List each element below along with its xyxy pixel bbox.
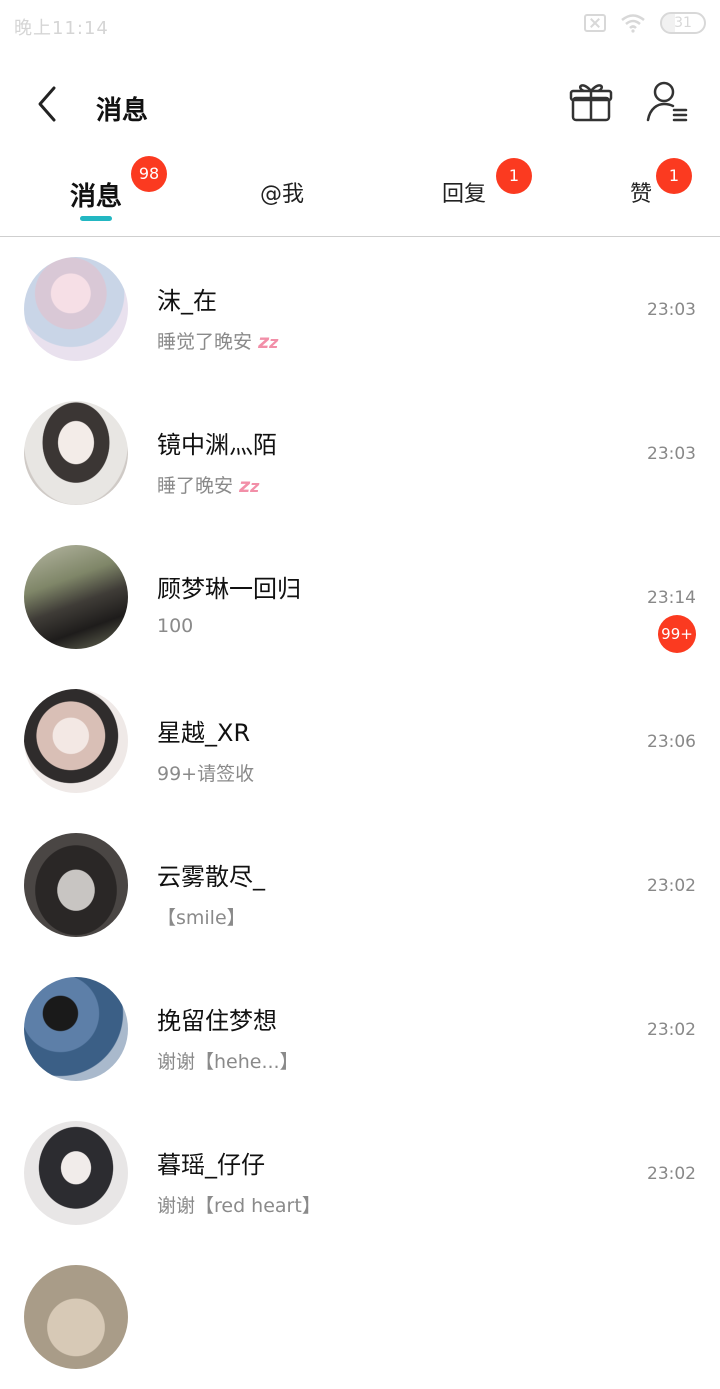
contact-name: 顾梦琳一回归: [157, 575, 301, 603]
contacts-button[interactable]: [644, 76, 690, 126]
conversation-row[interactable]: 镜中渊灬陌 睡了晚安 zz 23:03: [0, 381, 720, 525]
message-time: 23:02: [647, 1020, 696, 1040]
chevron-left-icon: [38, 86, 56, 122]
tab-label: 赞: [630, 182, 653, 207]
header: 消息: [0, 60, 720, 144]
page-title: 消息: [96, 96, 149, 126]
preview-text: 睡觉了晚安: [157, 331, 253, 353]
message-preview: 睡觉了晚安 zz: [157, 327, 278, 354]
no-sim-icon: [584, 14, 606, 32]
tab-likes[interactable]: 赞: [630, 176, 652, 216]
conversation-row[interactable]: 星越_XR 99+请签收 23:06: [0, 669, 720, 813]
contact-name: 挽留住梦想: [157, 1007, 277, 1035]
tab-badge: 1: [496, 158, 532, 194]
message-preview: 谢谢【red heart】: [157, 1195, 321, 1217]
zzz-sleep-icon: zz: [239, 475, 260, 497]
message-preview: 99+请签收: [157, 763, 255, 785]
status-bar: 晚上11:14 31: [0, 0, 720, 50]
tab-label: 回复: [442, 182, 487, 207]
contact-name: 沫_在: [157, 287, 217, 315]
conversation-row[interactable]: 顾梦琳一回归 100 23:14 99+: [0, 525, 720, 669]
conversation-row[interactable]: 挽留住梦想 谢谢【hehe...】 23:02: [0, 957, 720, 1101]
conversation-row[interactable]: [0, 1245, 720, 1389]
contact-name: 星越_XR: [157, 719, 251, 747]
avatar[interactable]: [24, 401, 128, 505]
contact-name: 云雾散尽_: [157, 863, 265, 891]
message-time: 23:03: [647, 300, 696, 320]
battery-fill: [662, 14, 676, 32]
message-time: 23:02: [647, 876, 696, 896]
conversation-row[interactable]: 云雾散尽_ 【smile】 23:02: [0, 813, 720, 957]
message-preview: 睡了晚安 zz: [157, 471, 259, 498]
tab-label: 消息: [70, 182, 123, 212]
tab-badge: 98: [131, 156, 167, 192]
gift-icon: [569, 84, 613, 122]
zzz-sleep-icon: zz: [258, 331, 279, 353]
tab-badge: 1: [656, 158, 692, 194]
conversation-row[interactable]: 暮瑶_仔仔 谢谢【red heart】 23:02: [0, 1101, 720, 1245]
message-time: 23:02: [647, 1164, 696, 1184]
tab-messages[interactable]: 消息: [70, 176, 123, 221]
active-tab-indicator: [80, 216, 112, 221]
message-time: 23:14: [647, 588, 696, 608]
avatar[interactable]: [24, 833, 128, 937]
avatar[interactable]: [24, 977, 128, 1081]
contact-name: 暮瑶_仔仔: [157, 1151, 265, 1179]
tab-bar: 消息 98 @我 回复 1 赞 1: [0, 150, 720, 237]
conversation-row[interactable]: 沫_在 睡觉了晚安 zz 23:03: [0, 237, 720, 381]
back-button[interactable]: [30, 82, 70, 126]
wifi-icon: [621, 14, 645, 33]
contact-name: 镜中渊灬陌: [157, 431, 277, 459]
battery-level: 31: [674, 15, 692, 31]
avatar[interactable]: [24, 689, 128, 793]
avatar[interactable]: [24, 257, 128, 361]
message-time: 23:06: [647, 732, 696, 752]
tab-replies[interactable]: 回复: [442, 176, 486, 216]
user-list-icon: [646, 81, 688, 122]
avatar[interactable]: [24, 1265, 128, 1369]
gift-button[interactable]: [568, 76, 614, 126]
preview-text: 睡了晚安: [157, 475, 234, 497]
battery-indicator: 31: [660, 12, 706, 34]
avatar[interactable]: [24, 1121, 128, 1225]
message-preview: 100: [157, 615, 194, 637]
message-preview: 谢谢【hehe...】: [157, 1051, 299, 1073]
status-icons: 31: [584, 12, 706, 34]
tab-mentions[interactable]: @我: [260, 176, 304, 216]
tab-label: @我: [260, 182, 305, 207]
message-time: 23:03: [647, 444, 696, 464]
avatar[interactable]: [24, 545, 128, 649]
unread-badge: 99+: [658, 615, 696, 653]
status-time: 晚上11:14: [14, 18, 109, 39]
message-preview: 【smile】: [157, 907, 246, 929]
